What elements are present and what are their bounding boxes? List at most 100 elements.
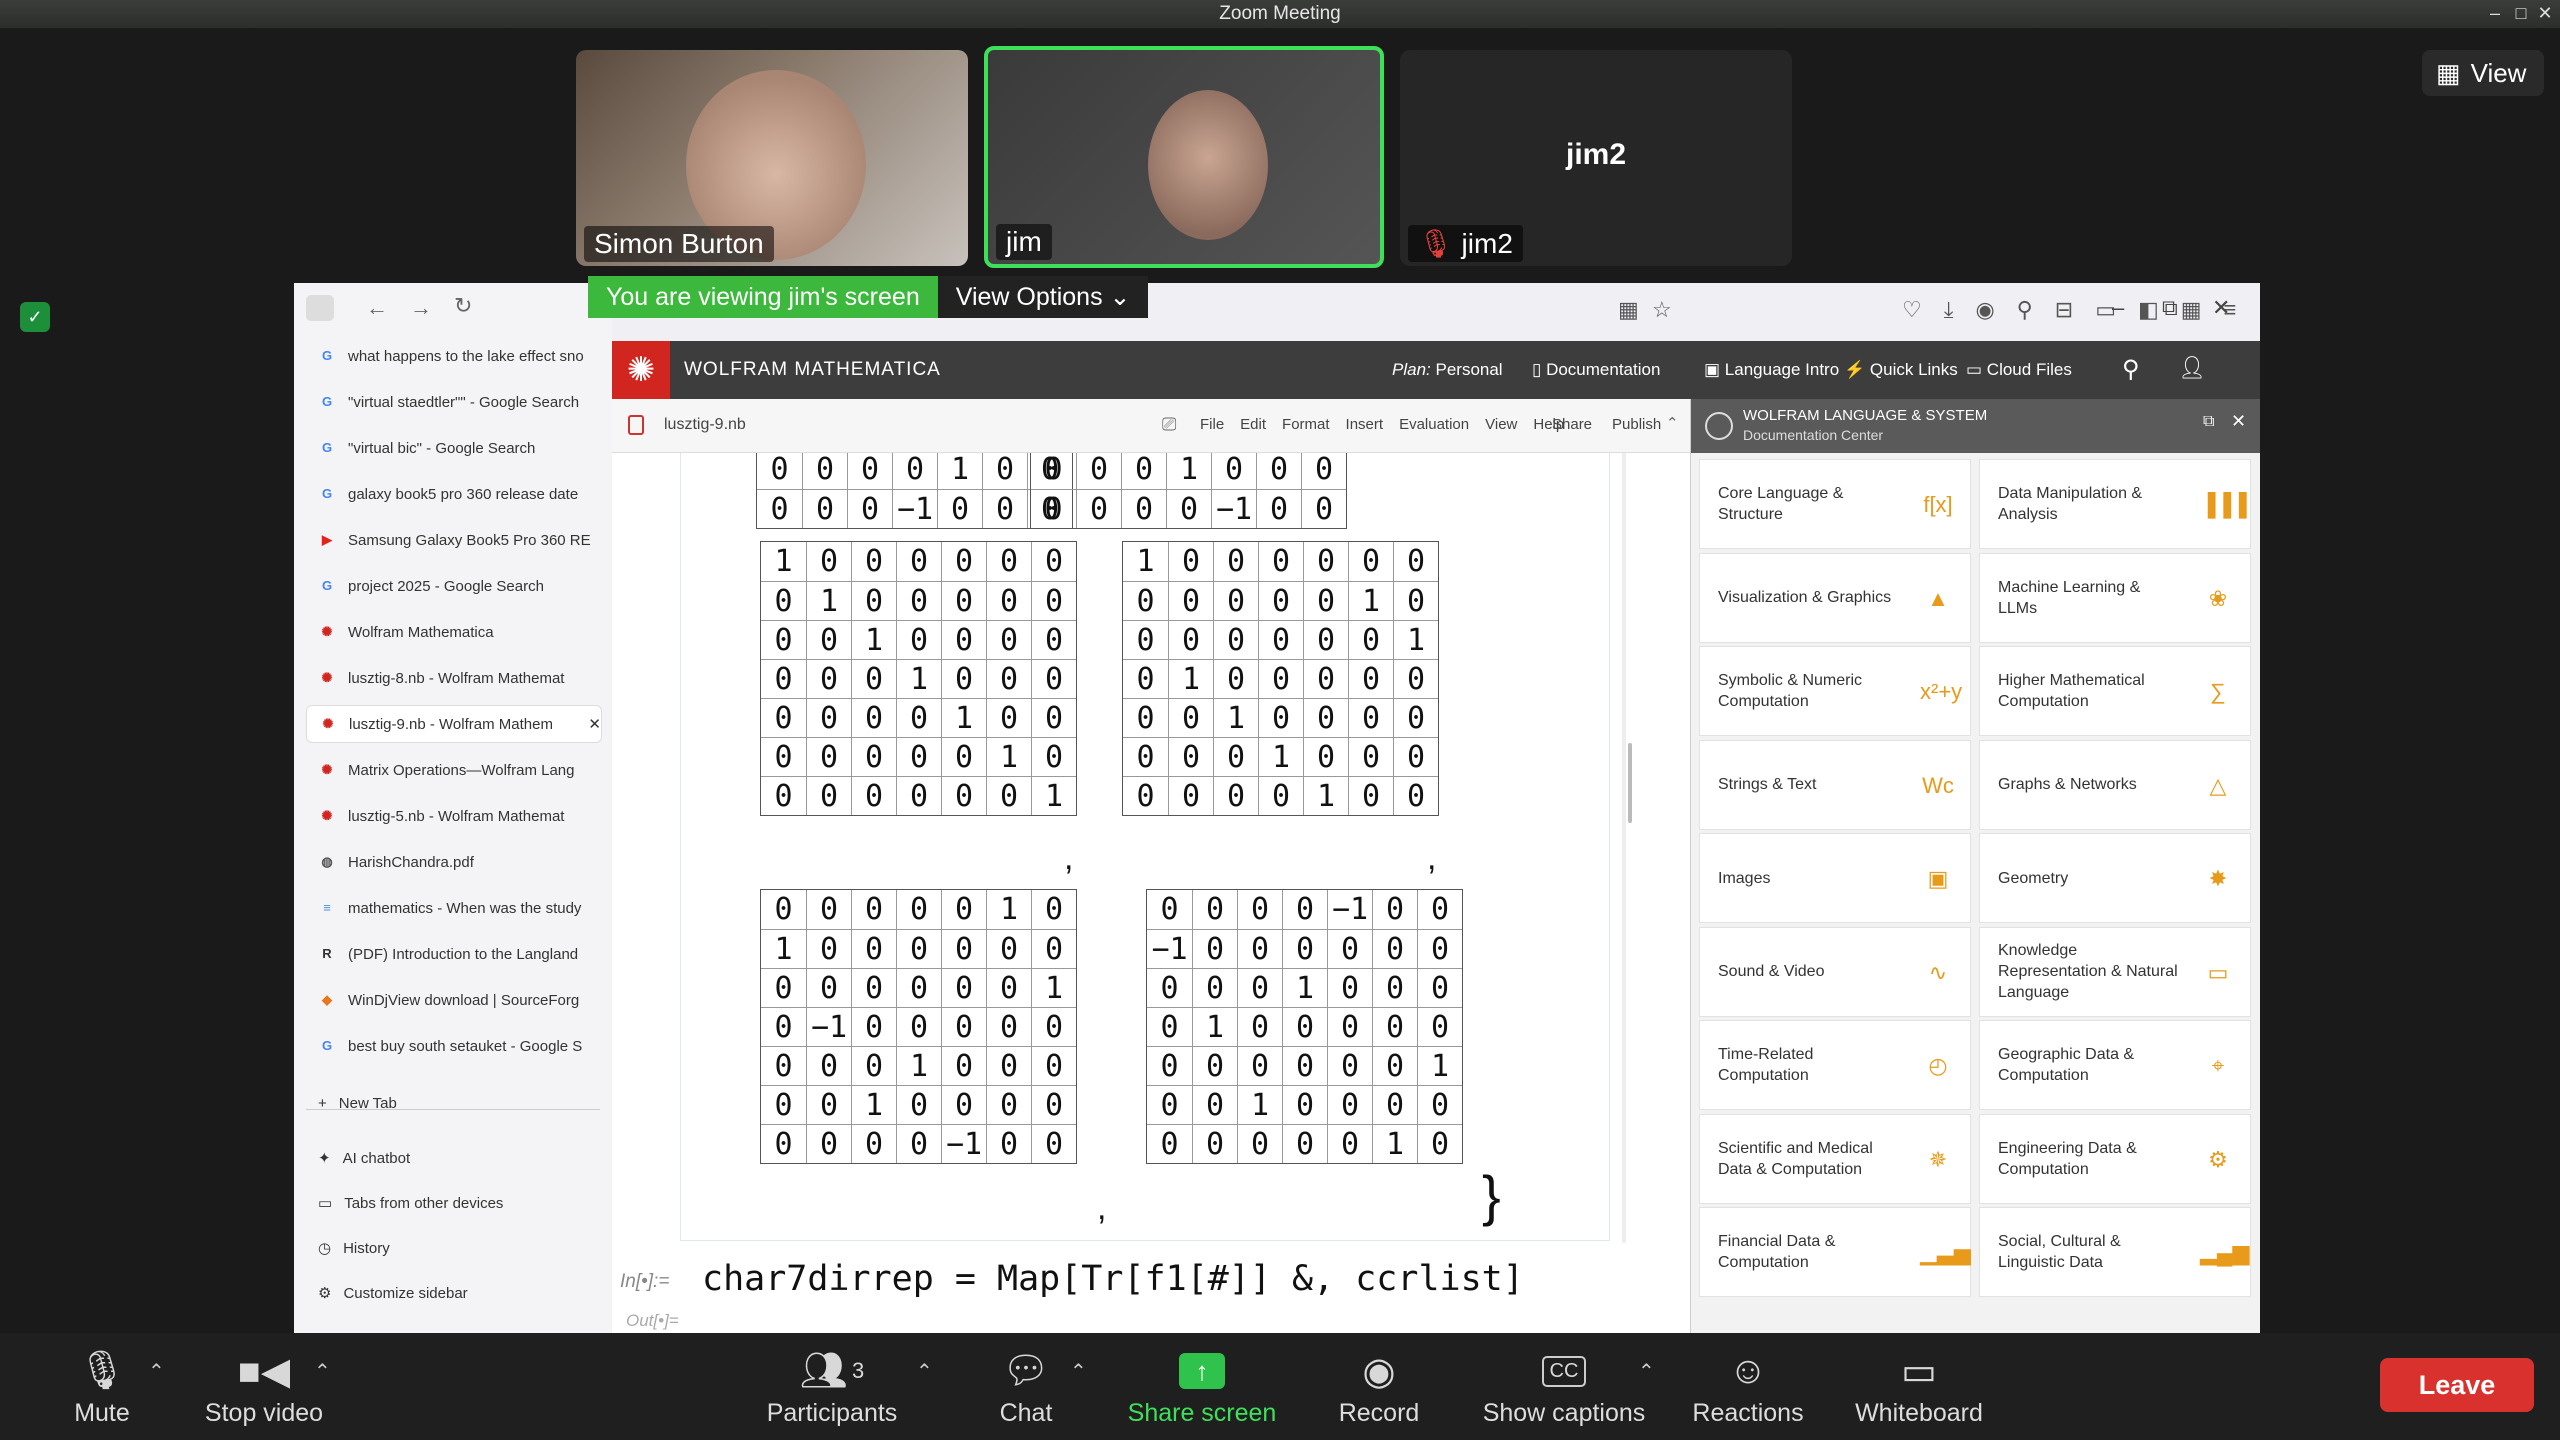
other-devices-button[interactable]: ▭ Tabs from other devices [318,1194,503,1213]
window-minimize-icon[interactable]: – [2112,295,2124,321]
tab-item[interactable]: G "virtual bic" - Google Search [306,429,602,467]
open-external-icon[interactable]: ⧉ [2203,413,2214,431]
matrix-cell: 0 [851,542,896,581]
doc-category-card[interactable]: Graphs & Networks △ [1979,739,2251,830]
input-code[interactable]: char7dirrep = Map[Tr[f1[#]] &, ccrlist] [702,1259,1524,1299]
doc-category-card[interactable]: Strings & Text Wc [1699,739,1971,830]
participants-button[interactable]: 👥︎ 3 Participants [760,1343,904,1428]
window-restore-icon[interactable]: ⧉ [2162,295,2178,321]
tab-item[interactable]: ✺ lusztig-9.nb - Wolfram Mathem ✕ [306,705,602,743]
view-button[interactable]: ▦ View [2422,50,2544,96]
close-tab-icon[interactable]: ✕ [588,715,601,733]
tab-item[interactable]: ≡ mathematics - When was the study [306,889,602,927]
tab-item[interactable]: ◆ WinDjView download | SourceForg [306,981,602,1019]
view-options-button[interactable]: View Options ⌄ [937,276,1149,318]
shared-screen[interactable]: ← → ↻ Gwhat happens to the lake effect s… [294,283,2260,1333]
publish-button[interactable]: Publish [1612,416,1661,433]
video-tile-simon[interactable]: Simon Burton [576,50,968,266]
menu-file[interactable]: File [1200,416,1224,433]
mute-button[interactable]: 🎙︎ Mute [60,1343,144,1428]
doc-category-card[interactable]: Core Language & Structure f[x] [1699,459,1971,549]
tab-item[interactable]: G "virtual staedtler"" - Google Search [306,383,602,421]
reload-icon[interactable]: ↻ [454,293,472,319]
doc-category-card[interactable]: Engineering Data & Computation ⚙ [1979,1113,2251,1204]
doc-category-card[interactable]: Data Manipulation & Analysis ▐▐▐ [1979,459,2251,549]
doc-category-card[interactable]: Higher Mathematical Computation ∑ [1979,646,2251,736]
doc-category-card[interactable]: Sound & Video ∿ [1699,926,1971,1017]
video-tile-jim[interactable]: jim [984,46,1384,268]
new-tab-button[interactable]: + New Tab [318,1095,397,1112]
stop-video-button[interactable]: ■◀ Stop video [196,1343,332,1428]
ai-chatbot-button[interactable]: ✦ AI chatbot [318,1149,410,1168]
tab-item[interactable]: Gwhat happens to the lake effect sno [306,337,602,375]
scrollbar-thumb[interactable] [1628,743,1632,823]
reactions-button[interactable]: ☺ Reactions [1686,1343,1810,1428]
doc-category-card[interactable]: Knowledge Representation & Natural Langu… [1979,926,2251,1017]
minimize-icon[interactable]: – [2484,2,2506,24]
doc-category-card[interactable]: Visualization & Graphics ▲ [1699,552,1971,643]
customize-sidebar-button[interactable]: ⚙ Customize sidebar [318,1284,468,1303]
tab-item[interactable]: Gbest buy south setauket - Google S [306,1027,602,1065]
nav-language-intro[interactable]: ▣ Language Intro [1704,360,1839,380]
shield-icon[interactable]: ✓ [20,302,50,332]
sidebar-toggle-icon[interactable] [306,295,334,321]
nav-cloud-files[interactable]: ▭ Cloud Files [1966,360,2072,380]
video-tile-jim2[interactable]: jim2 🎙︎ jim2 [1400,50,1792,266]
menu-edit[interactable]: Edit [1240,416,1266,433]
window-close-icon[interactable]: ✕ [2212,295,2230,321]
tab-item[interactable]: ✺ lusztig-5.nb - Wolfram Mathemat [306,797,602,835]
tab-item[interactable]: ✺ Wolfram Mathematica [306,613,602,651]
maximize-icon[interactable]: □ [2510,2,2532,24]
tab-item[interactable]: Gproject 2025 - Google Search [306,567,602,605]
tab-item[interactable]: ✺ Matrix Operations—Wolfram Lang [306,751,602,789]
tab-item[interactable]: R (PDF) Introduction to the Langland [306,935,602,973]
toolbar-icons[interactable]: ♡⤓◉⚲⊟▭◧▦≡ [1902,297,2258,323]
share-screen-button[interactable]: ↑ Share screen [1118,1343,1286,1428]
doc-category-card[interactable]: Financial Data & Computation ▁▃▅ [1699,1207,1971,1297]
extensions-icon[interactable]: ▦ [1618,297,1639,323]
matrix-row: 0000010 [761,890,1076,929]
doc-category-card[interactable]: Geometry ✸ [1979,833,2251,923]
doc-category-card[interactable]: Time-Related Computation ◴ [1699,1020,1971,1110]
doc-category-card[interactable]: Scientific and Medical Data & Computatio… [1699,1113,1971,1204]
collapse-chevron-icon[interactable]: ⌃ [1666,414,1679,432]
history-button[interactable]: ◷ History [318,1239,390,1258]
close-icon[interactable]: ✕ [2534,2,2556,24]
leave-button[interactable]: Leave [2380,1358,2534,1412]
close-panel-icon[interactable]: ✕ [2231,411,2246,432]
doc-category-card[interactable]: Machine Learning & LLMs ❀ [1979,552,2251,643]
back-icon[interactable]: ← [366,295,388,321]
menu-view[interactable]: View [1485,416,1517,433]
tab-item[interactable]: ▶ Samsung Galaxy Book5 Pro 360 RE [306,521,602,559]
tab-item[interactable]: ◍ HarishChandra.pdf [306,843,602,881]
wolfram-logo-icon[interactable]: ✺ [612,341,670,399]
doc-category-card[interactable]: Social, Cultural & Linguistic Data ▂▄▆ [1979,1207,2251,1297]
chevron-up-icon[interactable]: ⌃ [1070,1359,1087,1384]
nav-documentation[interactable]: ▯ Documentation [1532,360,1660,380]
chevron-up-icon[interactable]: ⌃ [1638,1359,1655,1384]
chat-button[interactable]: 💬︎ Chat [990,1343,1062,1428]
tab-item[interactable]: Ggalaxy book5 pro 360 release date [306,475,602,513]
menu-insert[interactable]: Insert [1346,416,1384,433]
doc-category-card[interactable]: Images ▣ [1699,833,1971,923]
tab-item[interactable]: ✺ lusztig-8.nb - Wolfram Mathemat [306,659,602,697]
user-icon[interactable]: 👤︎ [2178,355,2206,381]
doc-category-card[interactable]: Geographic Data & Computation ⌖ [1979,1020,2251,1110]
share-button[interactable]: Share [1552,416,1592,433]
chevron-up-icon[interactable]: ⌃ [916,1359,933,1384]
doc-category-card[interactable]: Symbolic & Numeric Computation x²+y [1699,646,1971,736]
menu-evaluation[interactable]: Evaluation [1399,416,1469,433]
bookmark-star-icon[interactable]: ☆ [1652,297,1672,323]
forward-icon[interactable]: → [410,295,432,321]
whiteboard-button[interactable]: ▭ Whiteboard [1846,1343,1992,1428]
notebook-content[interactable]: 0 0 0 0 1 0 0 0 0 0 −1 0 0 0 0 0 0 1 0 0 0 0 0 0 0 −1 0 0 1 0 0 0 0 0 0 0 1 0… [612,453,1690,1333]
menu-format[interactable]: Format [1282,416,1330,433]
chevron-up-icon[interactable]: ⌃ [314,1359,331,1384]
search-icon[interactable]: ⚲ [2122,355,2140,384]
chevron-up-icon[interactable]: ⌃ [148,1359,165,1384]
record-button[interactable]: ◉ Record [1332,1343,1426,1428]
present-icon[interactable]: ⎚ [1162,414,1176,435]
nav-quick-links[interactable]: ⚡ Quick Links [1844,360,1958,380]
cell-bracket[interactable] [1622,453,1626,1243]
show-captions-button[interactable]: CC Show captions [1474,1343,1654,1428]
